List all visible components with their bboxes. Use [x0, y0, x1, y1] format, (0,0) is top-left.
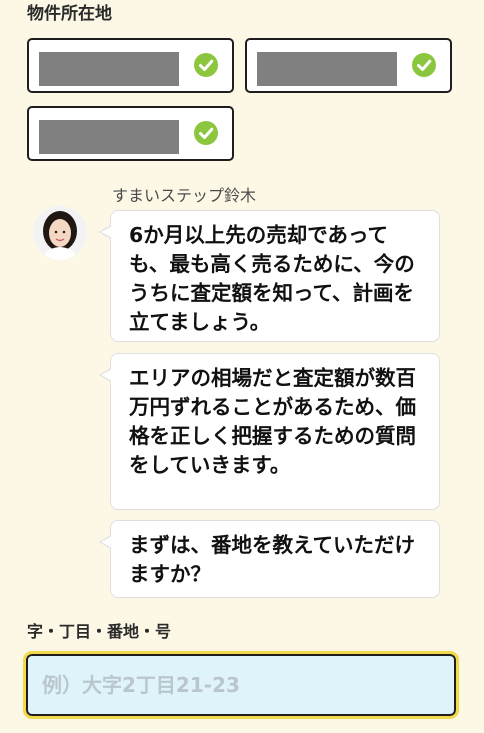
location-select-3[interactable] — [27, 106, 234, 161]
chat-message-2: エリアの相場だと査定額が数百万円ずれることがあるため、価格を正しく把握するための… — [99, 353, 440, 510]
check-circle-icon — [194, 53, 218, 77]
redacted-value — [39, 120, 179, 154]
agent-name: すまいステップ鈴木 — [112, 186, 257, 205]
location-select-2[interactable] — [245, 38, 452, 93]
check-circle-icon — [194, 121, 218, 145]
property-location-title: 物件所在地 — [27, 4, 112, 24]
check-circle-icon — [412, 53, 436, 77]
redacted-value — [39, 52, 179, 86]
agent-avatar — [33, 206, 87, 260]
chat-message-3: まずは、番地を教えていただけますか？ — [99, 520, 440, 598]
address-input[interactable] — [23, 651, 459, 719]
redacted-value — [257, 52, 397, 86]
location-select-1[interactable] — [27, 38, 234, 93]
address-field-label: 字・丁目・番地・号 — [27, 622, 172, 641]
chat-message-1: 6か月以上先の売却であっても、最も高く売るために、今のうちに査定額を知って、計画… — [99, 210, 440, 342]
